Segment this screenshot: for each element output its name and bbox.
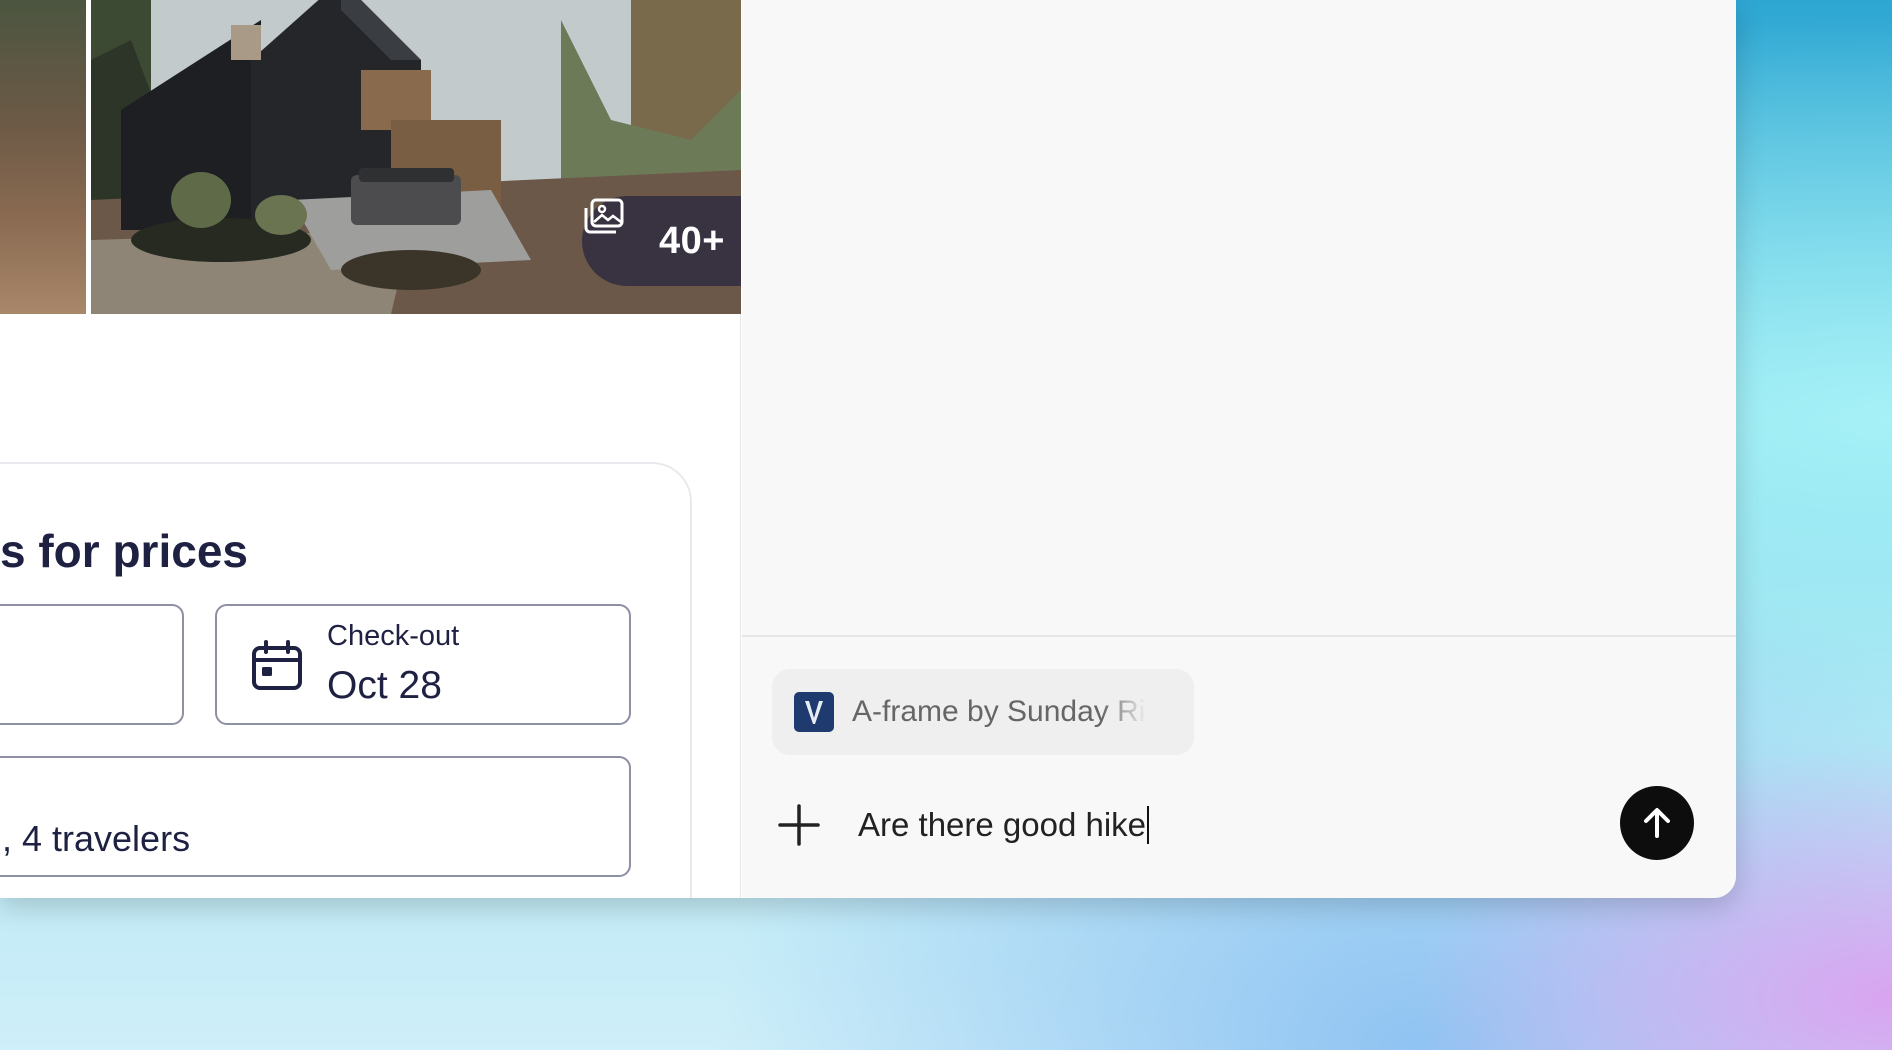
app-window: 40+ s for prices n Check-out Oct 28 . , … [0,0,1736,898]
plus-icon [778,804,820,846]
check-out-label: Check-out [327,620,460,652]
listing-photo-thumbnail[interactable] [0,0,86,314]
travelers-value: , 4 travelers [2,818,191,859]
travelers-field[interactable]: . , 4 travelers [0,756,631,877]
send-message-button[interactable] [1620,786,1694,860]
text-caret [1147,806,1150,844]
chat-message-input[interactable]: Are there good hike [858,800,1518,850]
photos-icon [584,198,624,234]
photo-count-badge[interactable]: 40+ [582,196,741,286]
chat-panel: A-frame by Sunday Ri Are there good hike [742,0,1736,898]
photo-count: 40+ [659,219,725,262]
check-out-value: Oct 28 [327,664,442,707]
listing-panel: 40+ s for prices n Check-out Oct 28 . , … [0,0,741,898]
context-attachment-chip[interactable]: A-frame by Sunday Ri [772,669,1194,755]
arrow-up-icon [1644,808,1670,838]
add-attachment-button[interactable] [774,800,824,850]
calendar-icon [252,640,302,690]
listing-photo-main[interactable]: 40+ [91,0,741,314]
check-in-field[interactable]: n [0,604,184,725]
chat-input-text: Are there good hike [858,806,1147,843]
check-out-field[interactable]: Check-out Oct 28 [215,604,631,725]
price-card-title: s for prices [0,525,248,577]
chat-divider [742,635,1736,637]
context-chip-label: A-frame by Sunday Ri [852,695,1146,728]
listing-logo-icon [794,692,834,732]
